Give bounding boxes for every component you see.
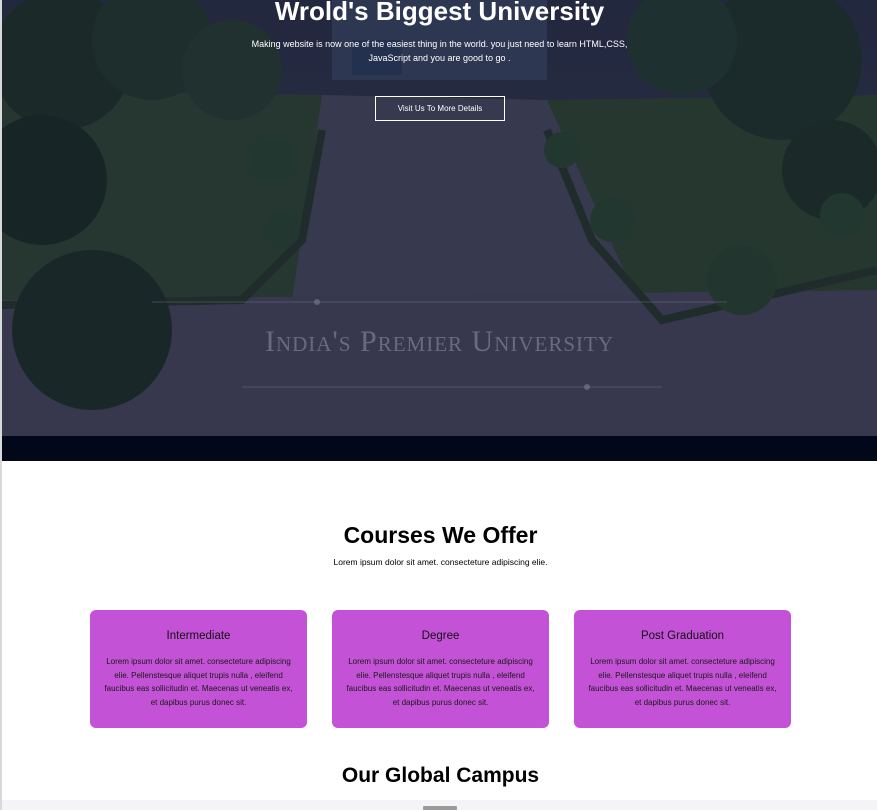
course-card-text: Lorem ipsum dolor sit amet. consecteture…: [588, 657, 777, 707]
hero-bottom-band: [2, 436, 877, 461]
course-card-title: Post Graduation: [640, 630, 725, 642]
course-card-post-graduation[interactable]: Post Graduation Lorem ipsum dolor sit am…: [574, 610, 791, 728]
courses-heading: Courses We Offer: [343, 522, 538, 548]
course-card-text: Lorem ipsum dolor sit amet. consecteture…: [104, 657, 293, 707]
hero-background-image: [2, 0, 877, 436]
hero-subtitle: Making website is now one of the easiest…: [251, 39, 628, 63]
scroll-handle[interactable]: [423, 806, 457, 810]
visit-details-button[interactable]: Visit Us To More Details: [375, 96, 505, 121]
course-card-title: Intermediate: [166, 630, 231, 642]
hero-section: India's Premier University Wrold's Bigge…: [2, 0, 877, 461]
course-card-intermediate[interactable]: Intermediate Lorem ipsum dolor sit amet.…: [90, 610, 307, 728]
hero-title: Wrold's Biggest University: [274, 0, 605, 26]
hero-watermark-text: India's Premier University: [264, 325, 615, 358]
course-card-title: Degree: [421, 630, 460, 642]
campus-heading: Our Global Campus: [341, 764, 540, 787]
courses-subtitle: Lorem ipsum dolor sit amet. consecteture…: [333, 557, 548, 567]
course-card-degree[interactable]: Degree Lorem ipsum dolor sit amet. conse…: [332, 610, 549, 728]
page: India's Premier University Wrold's Bigge…: [0, 0, 877, 810]
course-card-text: Lorem ipsum dolor sit amet. consecteture…: [346, 657, 535, 707]
